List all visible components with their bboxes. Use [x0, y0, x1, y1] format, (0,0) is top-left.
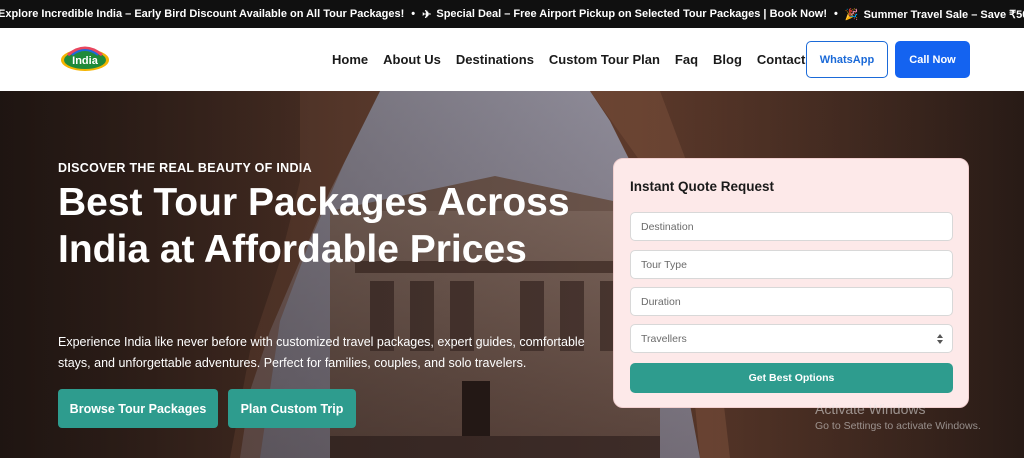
hero-eyebrow: DISCOVER THE REAL BEAUTY OF INDIA: [58, 161, 312, 175]
tour-type-field[interactable]: [630, 250, 953, 279]
announcement-ticker: Explore Incredible India – Early Bird Di…: [0, 0, 1024, 28]
plan-custom-trip-button[interactable]: Plan Custom Trip: [228, 389, 356, 428]
ticker-text: Summer Travel Sale – Save ₹5000 on Famil…: [863, 8, 1024, 21]
select-updown-icon: [937, 334, 943, 344]
instant-quote-card: Instant Quote Request Travellers Get Bes…: [613, 158, 969, 408]
logo-graphic: India: [61, 46, 109, 71]
hero-section: DISCOVER THE REAL BEAUTY OF INDIA Best T…: [0, 91, 1024, 458]
ticker-separator: •: [411, 8, 416, 20]
watermark-title: Activate Windows: [815, 401, 926, 417]
quote-title: Instant Quote Request: [630, 179, 775, 194]
nav-blog[interactable]: Blog: [713, 52, 742, 67]
nav-faq[interactable]: Faq: [675, 52, 698, 67]
site-logo[interactable]: India: [58, 41, 112, 75]
ticker-text: Special Deal – Free Airport Pickup on Se…: [436, 8, 828, 20]
ticker-item: 🎉 Summer Travel Sale – Save ₹5000 on Fam…: [845, 8, 1024, 21]
travellers-select[interactable]: Travellers: [630, 324, 953, 353]
activate-windows-watermark: Activate Windows Go to Settings to activ…: [815, 401, 981, 432]
nav-destinations[interactable]: Destinations: [456, 52, 534, 67]
ticker-item: ✈ Special Deal – Free Airport Pickup on …: [422, 8, 827, 21]
duration-field[interactable]: [630, 287, 953, 316]
nav-about-us[interactable]: About Us: [383, 52, 441, 67]
party-popper-icon: 🎉: [844, 8, 859, 21]
duration-input[interactable]: [641, 295, 952, 308]
logo-text: India: [72, 55, 99, 67]
destination-input[interactable]: [641, 220, 952, 233]
ticker-separator: •: [834, 8, 838, 20]
airplane-icon: ✈: [422, 8, 432, 21]
ticker-item: Explore Incredible India – Early Bird Di…: [0, 8, 404, 20]
destination-field[interactable]: [630, 212, 953, 241]
hero-subtext: Experience India like never before with …: [58, 335, 585, 370]
whatsapp-button[interactable]: WhatsApp: [806, 41, 888, 78]
watermark-subtitle: Go to Settings to activate Windows.: [815, 420, 981, 432]
site-header: India Home About Us Destinations Custom …: [0, 28, 1024, 91]
get-best-options-button[interactable]: Get Best Options: [630, 363, 953, 393]
nav-home[interactable]: Home: [332, 52, 368, 67]
ticker-text: Explore Incredible India – Early Bird Di…: [0, 8, 405, 20]
nav-custom-tour-plan[interactable]: Custom Tour Plan: [549, 52, 660, 67]
nav-contact[interactable]: Contact: [757, 52, 805, 67]
browse-tour-packages-button[interactable]: Browse Tour Packages: [58, 389, 218, 428]
call-now-button[interactable]: Call Now: [895, 41, 970, 78]
tour-type-input[interactable]: [641, 258, 952, 271]
hero-headline: Best Tour Packages Across India at Affor…: [58, 181, 570, 271]
main-nav: Home About Us Destinations Custom Tour P…: [332, 28, 805, 91]
travellers-selected-value: Travellers: [641, 332, 687, 345]
